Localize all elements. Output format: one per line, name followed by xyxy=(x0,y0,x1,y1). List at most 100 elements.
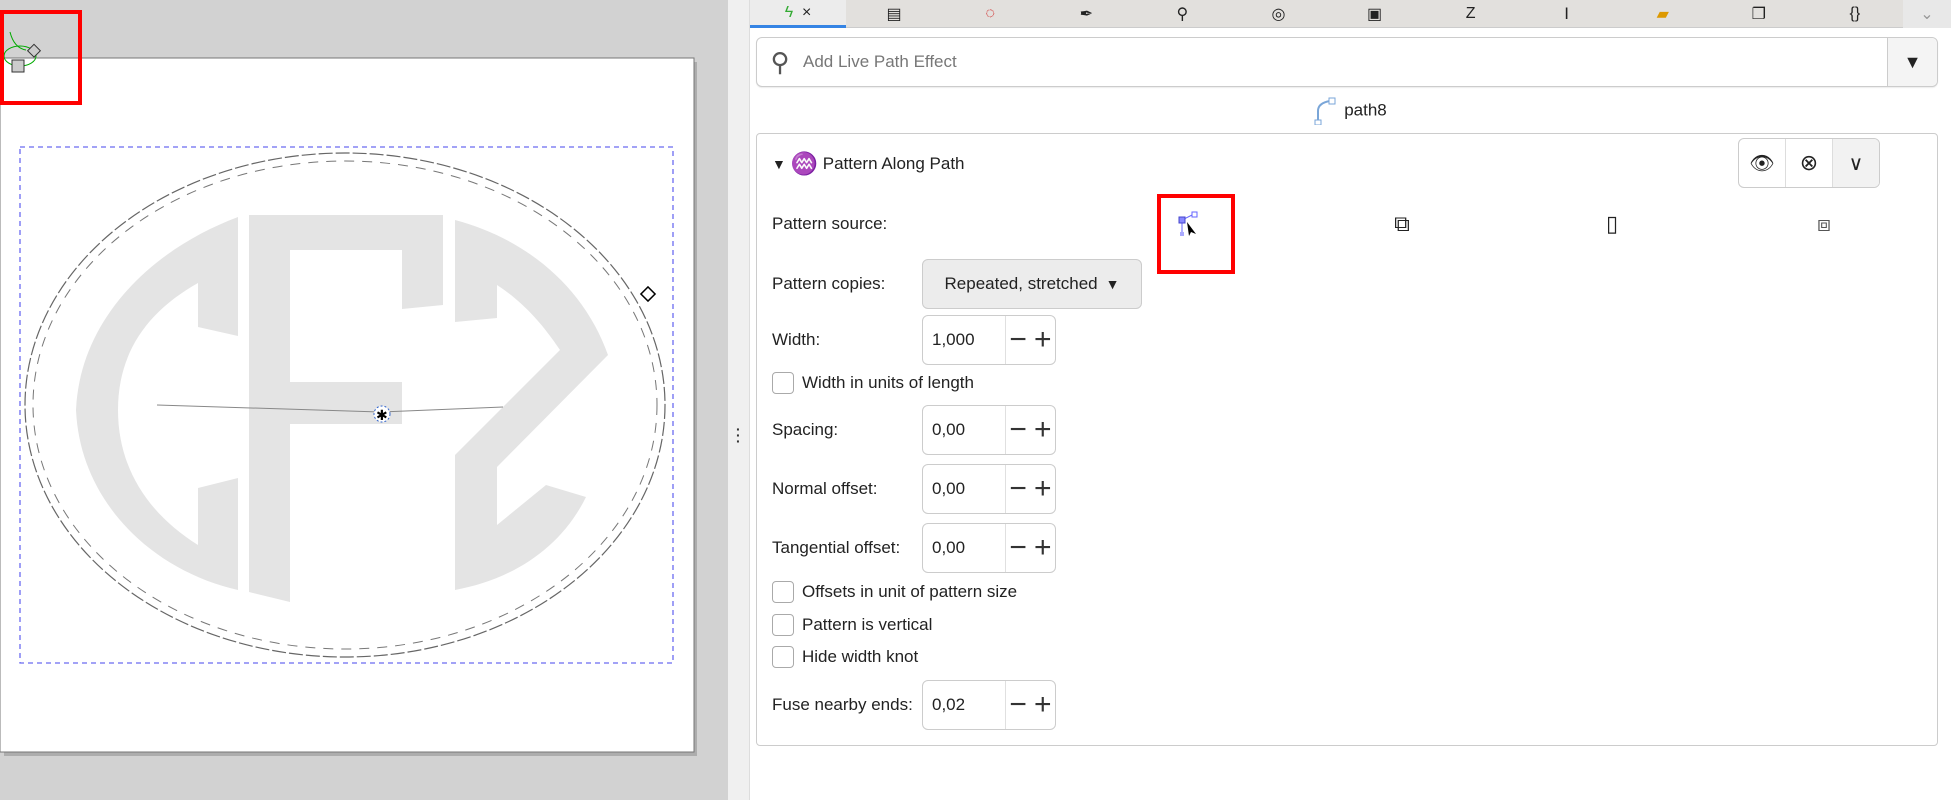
search-icon: ⚲ xyxy=(770,46,790,77)
increment-button[interactable]: + xyxy=(1030,524,1055,572)
checkbox[interactable] xyxy=(772,614,794,636)
highlight-box xyxy=(0,10,82,105)
tab-text[interactable]: Z xyxy=(1423,0,1519,28)
panel-resize-handle[interactable]: · · · xyxy=(728,0,750,800)
effects-dropdown-button[interactable]: ▼ xyxy=(1887,38,1937,86)
pattern-vertical-checkbox[interactable]: Pattern is vertical xyxy=(772,614,932,636)
svg-text:✱: ✱ xyxy=(376,407,388,423)
object-name: path8 xyxy=(750,97,1951,126)
decrement-button[interactable]: − xyxy=(1006,465,1031,513)
tangential-offset-label: Tangential offset: xyxy=(772,538,901,557)
tangential-offset-value[interactable]: 0,00 xyxy=(923,524,1006,572)
path-effects-panel: ϟ × ▤ ◌ ✒ ⚲ ◎ ▣ Z Ⅰ ▰ ❐ {} ⌄ ⚲ ▼ path8 ▼… xyxy=(750,0,1951,800)
caret-down-icon: ▼ xyxy=(1105,276,1120,292)
text-icon: Z xyxy=(1465,5,1476,22)
spacing-label: Spacing: xyxy=(772,420,839,439)
tab-pen[interactable]: ✒ xyxy=(1038,0,1134,28)
fuse-nearby-ends-spinbutton[interactable]: 0,02− + xyxy=(922,680,1056,730)
copy-button[interactable]: ⧉ xyxy=(1382,204,1422,244)
width-label: Width: xyxy=(772,330,821,349)
width-spinbutton[interactable]: 1,000− + xyxy=(922,315,1056,365)
effect-item: ▼ ♒ Pattern Along Path 👁 ⊗ ∨ Pattern sou… xyxy=(756,133,1938,746)
normal-offset-value[interactable]: 0,00 xyxy=(923,465,1006,513)
tangential-offset-spinbutton[interactable]: 0,00− + xyxy=(922,523,1056,573)
pen-icon: ✒ xyxy=(1079,6,1093,23)
pattern-copies-dropdown[interactable]: Repeated, stretched ▼ xyxy=(922,259,1142,309)
highlight-box xyxy=(1157,194,1235,274)
object-name-label: path8 xyxy=(1344,100,1387,120)
checkbox-label: Offsets in unit of pattern size xyxy=(802,582,1018,601)
chevron-down-icon: ⌄ xyxy=(1920,6,1934,23)
tab-clone[interactable]: ❐ xyxy=(1711,0,1807,28)
tab-layers[interactable]: ◎ xyxy=(1230,0,1326,28)
increment-button[interactable]: + xyxy=(1030,465,1055,513)
fuse-value[interactable]: 0,02 xyxy=(923,681,1006,729)
checkbox[interactable] xyxy=(772,646,794,668)
effect-header[interactable]: ▼ ♒ Pattern Along Path xyxy=(772,138,965,190)
export-icon: ▰ xyxy=(1656,6,1669,23)
transform-icon: Ⅰ xyxy=(1564,6,1570,23)
tabs-overflow-button[interactable]: ⌄ xyxy=(1902,0,1951,28)
decrement-button[interactable]: − xyxy=(1006,524,1031,572)
effect-title: Pattern Along Path xyxy=(822,154,965,173)
decrement-button[interactable]: − xyxy=(1006,681,1031,729)
tab-xml[interactable]: {} xyxy=(1807,0,1903,28)
increment-button[interactable]: + xyxy=(1030,681,1055,729)
tab-path-effects[interactable]: ϟ × xyxy=(750,0,847,28)
close-icon[interactable]: × xyxy=(802,4,811,22)
search-input[interactable] xyxy=(803,52,1887,72)
tab-fill-stroke[interactable]: ◌ xyxy=(942,0,1038,28)
tab-find[interactable]: ⚲ xyxy=(1134,0,1230,28)
width-units-checkbox[interactable]: Width in units of length xyxy=(772,372,974,394)
chevron-down-icon: ∨ xyxy=(1848,152,1864,175)
offsets-unit-checkbox[interactable]: Offsets in unit of pattern size xyxy=(772,581,1017,603)
checkbox-label: Pattern is vertical xyxy=(802,615,933,634)
width-value[interactable]: 1,000 xyxy=(923,316,1006,364)
path-effects-icon: ϟ xyxy=(784,3,794,21)
path-icon xyxy=(1314,97,1336,126)
caret-down-icon: ▼ xyxy=(1903,51,1922,72)
align-icon: ▤ xyxy=(886,6,902,23)
add-effect-search: ⚲ ▼ xyxy=(756,37,1938,87)
normal-offset-spinbutton[interactable]: 0,00− + xyxy=(922,464,1056,514)
link-to-path-button[interactable]: ⧈ xyxy=(1804,204,1844,244)
clone-icon: ❐ xyxy=(1751,6,1766,23)
document-icon: ▣ xyxy=(1366,6,1383,23)
eye-icon: 👁 xyxy=(1749,152,1775,175)
clipboard-icon: ▯ xyxy=(1605,211,1619,236)
increment-button[interactable]: + xyxy=(1030,406,1055,454)
copy-icon: ⧉ xyxy=(1394,211,1410,236)
effect-controls: 👁 ⊗ ∨ xyxy=(1738,138,1880,188)
drawing-canvas[interactable]: ✱ xyxy=(0,0,728,800)
fuse-nearby-ends-label: Fuse nearby ends: xyxy=(772,695,913,714)
tab-transform[interactable]: Ⅰ xyxy=(1519,0,1615,28)
close-circle-icon: ⊗ xyxy=(1799,150,1819,175)
visibility-toggle-button[interactable]: 👁 xyxy=(1739,139,1786,187)
paste-button[interactable]: ▯ xyxy=(1592,204,1632,244)
checkbox-label: Width in units of length xyxy=(802,373,974,392)
effect-menu-button[interactable]: ∨ xyxy=(1833,139,1879,187)
pattern-copies-label: Pattern copies: xyxy=(772,274,886,293)
decrement-button[interactable]: − xyxy=(1006,406,1031,454)
tab-document[interactable]: ▣ xyxy=(1326,0,1422,28)
hide-width-knot-checkbox[interactable]: Hide width knot xyxy=(772,646,918,668)
checkbox[interactable] xyxy=(772,372,794,394)
tab-export[interactable]: ▰ xyxy=(1615,0,1711,28)
pattern-copies-value: Repeated, stretched xyxy=(944,274,1098,293)
spacing-spinbutton[interactable]: 0,00− + xyxy=(922,405,1056,455)
increment-button[interactable]: + xyxy=(1030,316,1055,364)
fill-stroke-icon: ◌ xyxy=(985,5,995,22)
collapse-triangle-icon[interactable]: ▼ xyxy=(772,156,786,172)
dialog-tabs: ϟ × ▤ ◌ ✒ ⚲ ◎ ▣ Z Ⅰ ▰ ❐ {} ⌄ xyxy=(750,0,1951,28)
tab-align[interactable]: ▤ xyxy=(846,0,942,28)
spacing-value[interactable]: 0,00 xyxy=(923,406,1006,454)
remove-effect-button[interactable]: ⊗ xyxy=(1786,139,1833,187)
normal-offset-label: Normal offset: xyxy=(772,479,878,498)
search-icon: ⚲ xyxy=(1176,6,1189,23)
decrement-button[interactable]: − xyxy=(1006,316,1031,364)
link-clone-icon: ⧈ xyxy=(1817,211,1831,236)
pattern-source-label: Pattern source: xyxy=(772,214,888,233)
xml-icon: {} xyxy=(1849,5,1861,22)
checkbox[interactable] xyxy=(772,581,794,603)
checkbox-label: Hide width knot xyxy=(802,647,919,666)
